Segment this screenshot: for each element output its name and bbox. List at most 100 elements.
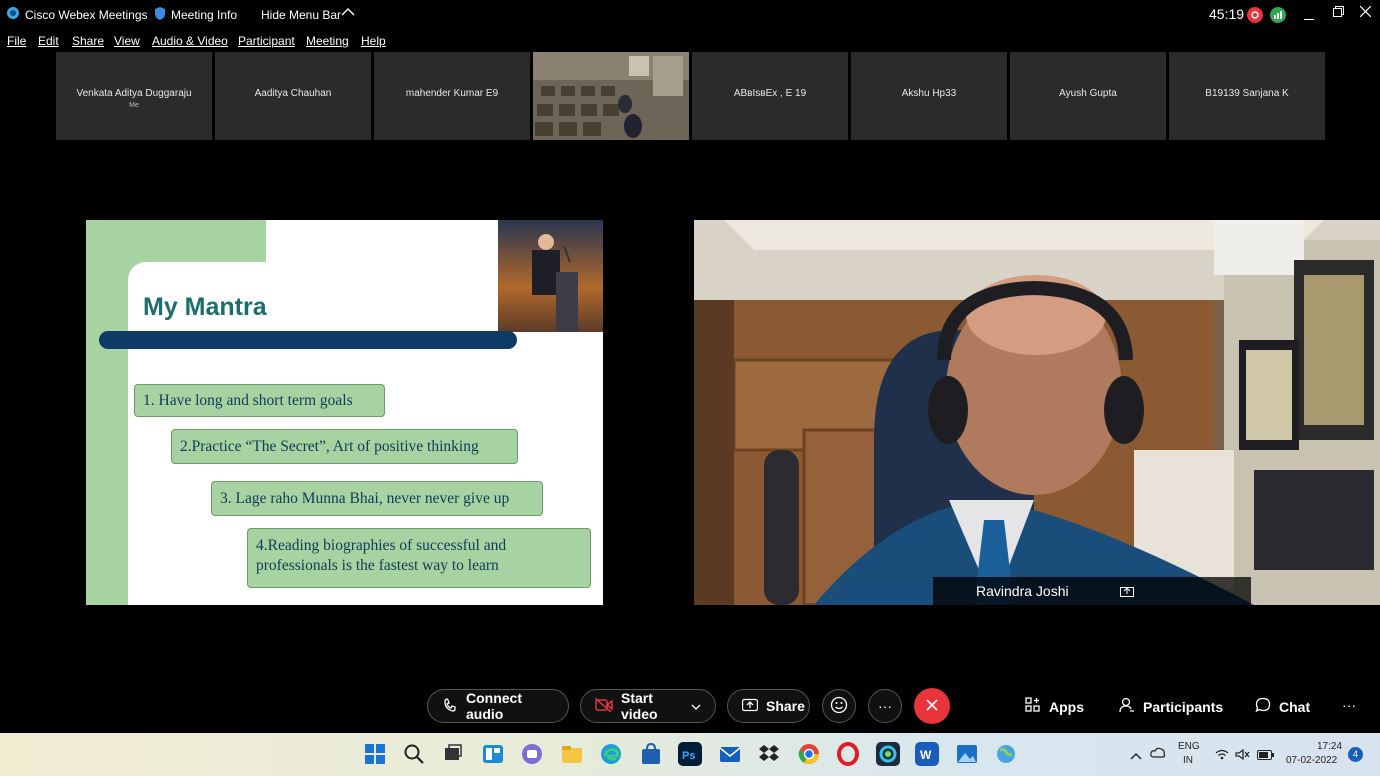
slide-point-3: 3. Lage raho Munna Bhai, never never giv… bbox=[211, 481, 543, 516]
chevron-up-icon[interactable] bbox=[341, 6, 355, 20]
clock-time[interactable]: 17:24 bbox=[1317, 741, 1342, 752]
more-icon: ··· bbox=[1342, 697, 1356, 713]
webex-logo-icon bbox=[6, 6, 20, 23]
wifi-icon[interactable] bbox=[1215, 747, 1229, 765]
slide-title-bar bbox=[99, 331, 517, 349]
share-icon bbox=[741, 698, 759, 715]
menu-share[interactable]: Share bbox=[72, 34, 104, 48]
menu-view[interactable]: View bbox=[114, 34, 140, 48]
hide-menu-bar-button[interactable]: Hide Menu Bar bbox=[261, 8, 341, 22]
onedrive-icon[interactable] bbox=[1150, 745, 1166, 763]
chevron-down-icon[interactable] bbox=[691, 698, 701, 714]
participant-name: ABвIsвEx , E 19 bbox=[733, 88, 807, 99]
menu-meeting[interactable]: Meeting bbox=[306, 34, 349, 48]
participant-name: Ayush Gupta bbox=[1059, 88, 1117, 99]
chat-button[interactable]: Chat bbox=[1255, 697, 1310, 716]
menu-help[interactable]: Help bbox=[361, 34, 386, 48]
smiley-icon bbox=[830, 696, 848, 717]
volume-muted-icon[interactable] bbox=[1235, 747, 1250, 765]
apps-icon bbox=[1025, 697, 1041, 716]
share-label: Share bbox=[766, 698, 805, 714]
menu-edit[interactable]: Edit bbox=[38, 34, 59, 48]
speaker-photo bbox=[498, 220, 603, 332]
shield-icon bbox=[155, 7, 165, 23]
word-icon[interactable]: W bbox=[915, 742, 939, 766]
slide-point-4: 4.Reading biographies of successful and … bbox=[247, 528, 591, 588]
participant-tile[interactable]: mahender Kumar E9 bbox=[374, 52, 530, 140]
search-icon[interactable] bbox=[402, 742, 426, 766]
notification-badge[interactable]: 4 bbox=[1348, 747, 1363, 762]
classroom-video bbox=[533, 52, 689, 140]
slide-title: My Mantra bbox=[143, 293, 267, 321]
participant-name: Venkata Aditya Duggaraju bbox=[76, 88, 192, 99]
photoshop-icon[interactable]: Ps bbox=[678, 742, 702, 766]
menu-audio-video[interactable]: Audio & Video bbox=[152, 34, 228, 48]
participant-me-label: Me bbox=[129, 102, 139, 109]
participant-tile-video[interactable] bbox=[533, 52, 689, 140]
more-options-button[interactable]: ··· bbox=[868, 689, 902, 723]
participant-tile[interactable]: B19139 Sanjana K bbox=[1169, 52, 1325, 140]
chevron-up-icon[interactable] bbox=[1130, 747, 1142, 765]
participant-name: B19139 Sanjana K bbox=[1205, 88, 1289, 99]
meeting-info-button[interactable]: Meeting Info bbox=[171, 8, 237, 22]
restore-icon[interactable] bbox=[1333, 6, 1344, 20]
menu-bar: File Edit Share View Audio & Video Parti… bbox=[0, 32, 1380, 50]
meeting-controls: Connect audio Start video Share ··· Apps bbox=[0, 680, 1380, 732]
connect-audio-icon bbox=[442, 697, 458, 716]
app-title: Cisco Webex Meetings bbox=[25, 8, 148, 22]
participant-name: Aaditya Chauhan bbox=[254, 88, 332, 99]
share-screen-icon[interactable] bbox=[1120, 584, 1134, 602]
more-icon: ··· bbox=[878, 698, 892, 714]
windows-start-icon[interactable] bbox=[363, 742, 387, 766]
clock-date[interactable]: 07-02-2022 bbox=[1286, 755, 1337, 766]
file-explorer-icon[interactable] bbox=[560, 742, 584, 766]
close-icon[interactable] bbox=[1359, 5, 1372, 20]
participants-icon bbox=[1119, 697, 1135, 716]
language-bottom[interactable]: IN bbox=[1183, 755, 1193, 766]
svg-text:Ps: Ps bbox=[682, 750, 695, 762]
language-top[interactable]: ENG bbox=[1178, 741, 1200, 752]
dropbox-icon[interactable] bbox=[757, 742, 781, 766]
participant-tile[interactable]: Akshu Hp33 bbox=[851, 52, 1007, 140]
speaker-name: Ravindra Joshi bbox=[976, 583, 1069, 599]
participant-name: Akshu Hp33 bbox=[901, 88, 957, 99]
overflow-menu-button[interactable]: ··· bbox=[1342, 697, 1356, 713]
recording-icon[interactable] bbox=[1247, 7, 1263, 26]
participants-label: Participants bbox=[1143, 698, 1224, 715]
task-view-icon[interactable] bbox=[441, 742, 465, 766]
participant-tile[interactable]: ABвIsвEx , E 19 bbox=[692, 52, 848, 140]
minimize-icon[interactable] bbox=[1304, 10, 1314, 24]
windows-taskbar: Ps W ENG IN 17:24 07-02-2022 4 bbox=[0, 733, 1380, 776]
connect-audio-button[interactable]: Connect audio bbox=[427, 689, 569, 723]
network-globe-icon[interactable] bbox=[994, 742, 1018, 766]
store-icon[interactable] bbox=[639, 742, 663, 766]
menu-file[interactable]: File bbox=[7, 34, 26, 48]
participant-tile[interactable]: Aaditya Chauhan bbox=[215, 52, 371, 140]
speaker-video-frame bbox=[694, 220, 1380, 605]
connect-audio-label: Connect audio bbox=[466, 690, 522, 722]
shared-slide: My Mantra 1. Have long and short term go… bbox=[86, 220, 603, 605]
participants-button[interactable]: Participants bbox=[1119, 697, 1223, 716]
teams-chat-icon[interactable] bbox=[520, 742, 544, 766]
svg-text:W: W bbox=[920, 748, 932, 762]
reactions-button[interactable] bbox=[822, 689, 856, 723]
start-video-button[interactable]: Start video bbox=[580, 689, 716, 723]
apps-button[interactable]: Apps bbox=[1025, 697, 1084, 716]
slide-point-1: 1. Have long and short term goals bbox=[134, 384, 385, 417]
active-speaker-video[interactable]: Ravindra Joshi bbox=[694, 220, 1380, 605]
chrome-icon[interactable] bbox=[797, 742, 821, 766]
widgets-icon[interactable] bbox=[481, 742, 505, 766]
network-stats-icon[interactable] bbox=[1270, 7, 1286, 26]
menu-participant[interactable]: Participant bbox=[238, 34, 295, 48]
participant-tile[interactable]: Ayush Gupta bbox=[1010, 52, 1166, 140]
start-video-label: Start video bbox=[621, 690, 658, 722]
opera-icon[interactable] bbox=[836, 742, 860, 766]
battery-icon[interactable] bbox=[1257, 747, 1274, 765]
share-button[interactable]: Share bbox=[727, 689, 810, 723]
webex-taskbar-icon[interactable] bbox=[876, 742, 900, 766]
edge-icon[interactable] bbox=[599, 742, 623, 766]
photos-icon[interactable] bbox=[955, 742, 979, 766]
leave-meeting-button[interactable] bbox=[914, 688, 950, 724]
participant-tile[interactable]: Venkata Aditya Duggaraju Me bbox=[56, 52, 212, 140]
mail-icon[interactable] bbox=[718, 742, 742, 766]
